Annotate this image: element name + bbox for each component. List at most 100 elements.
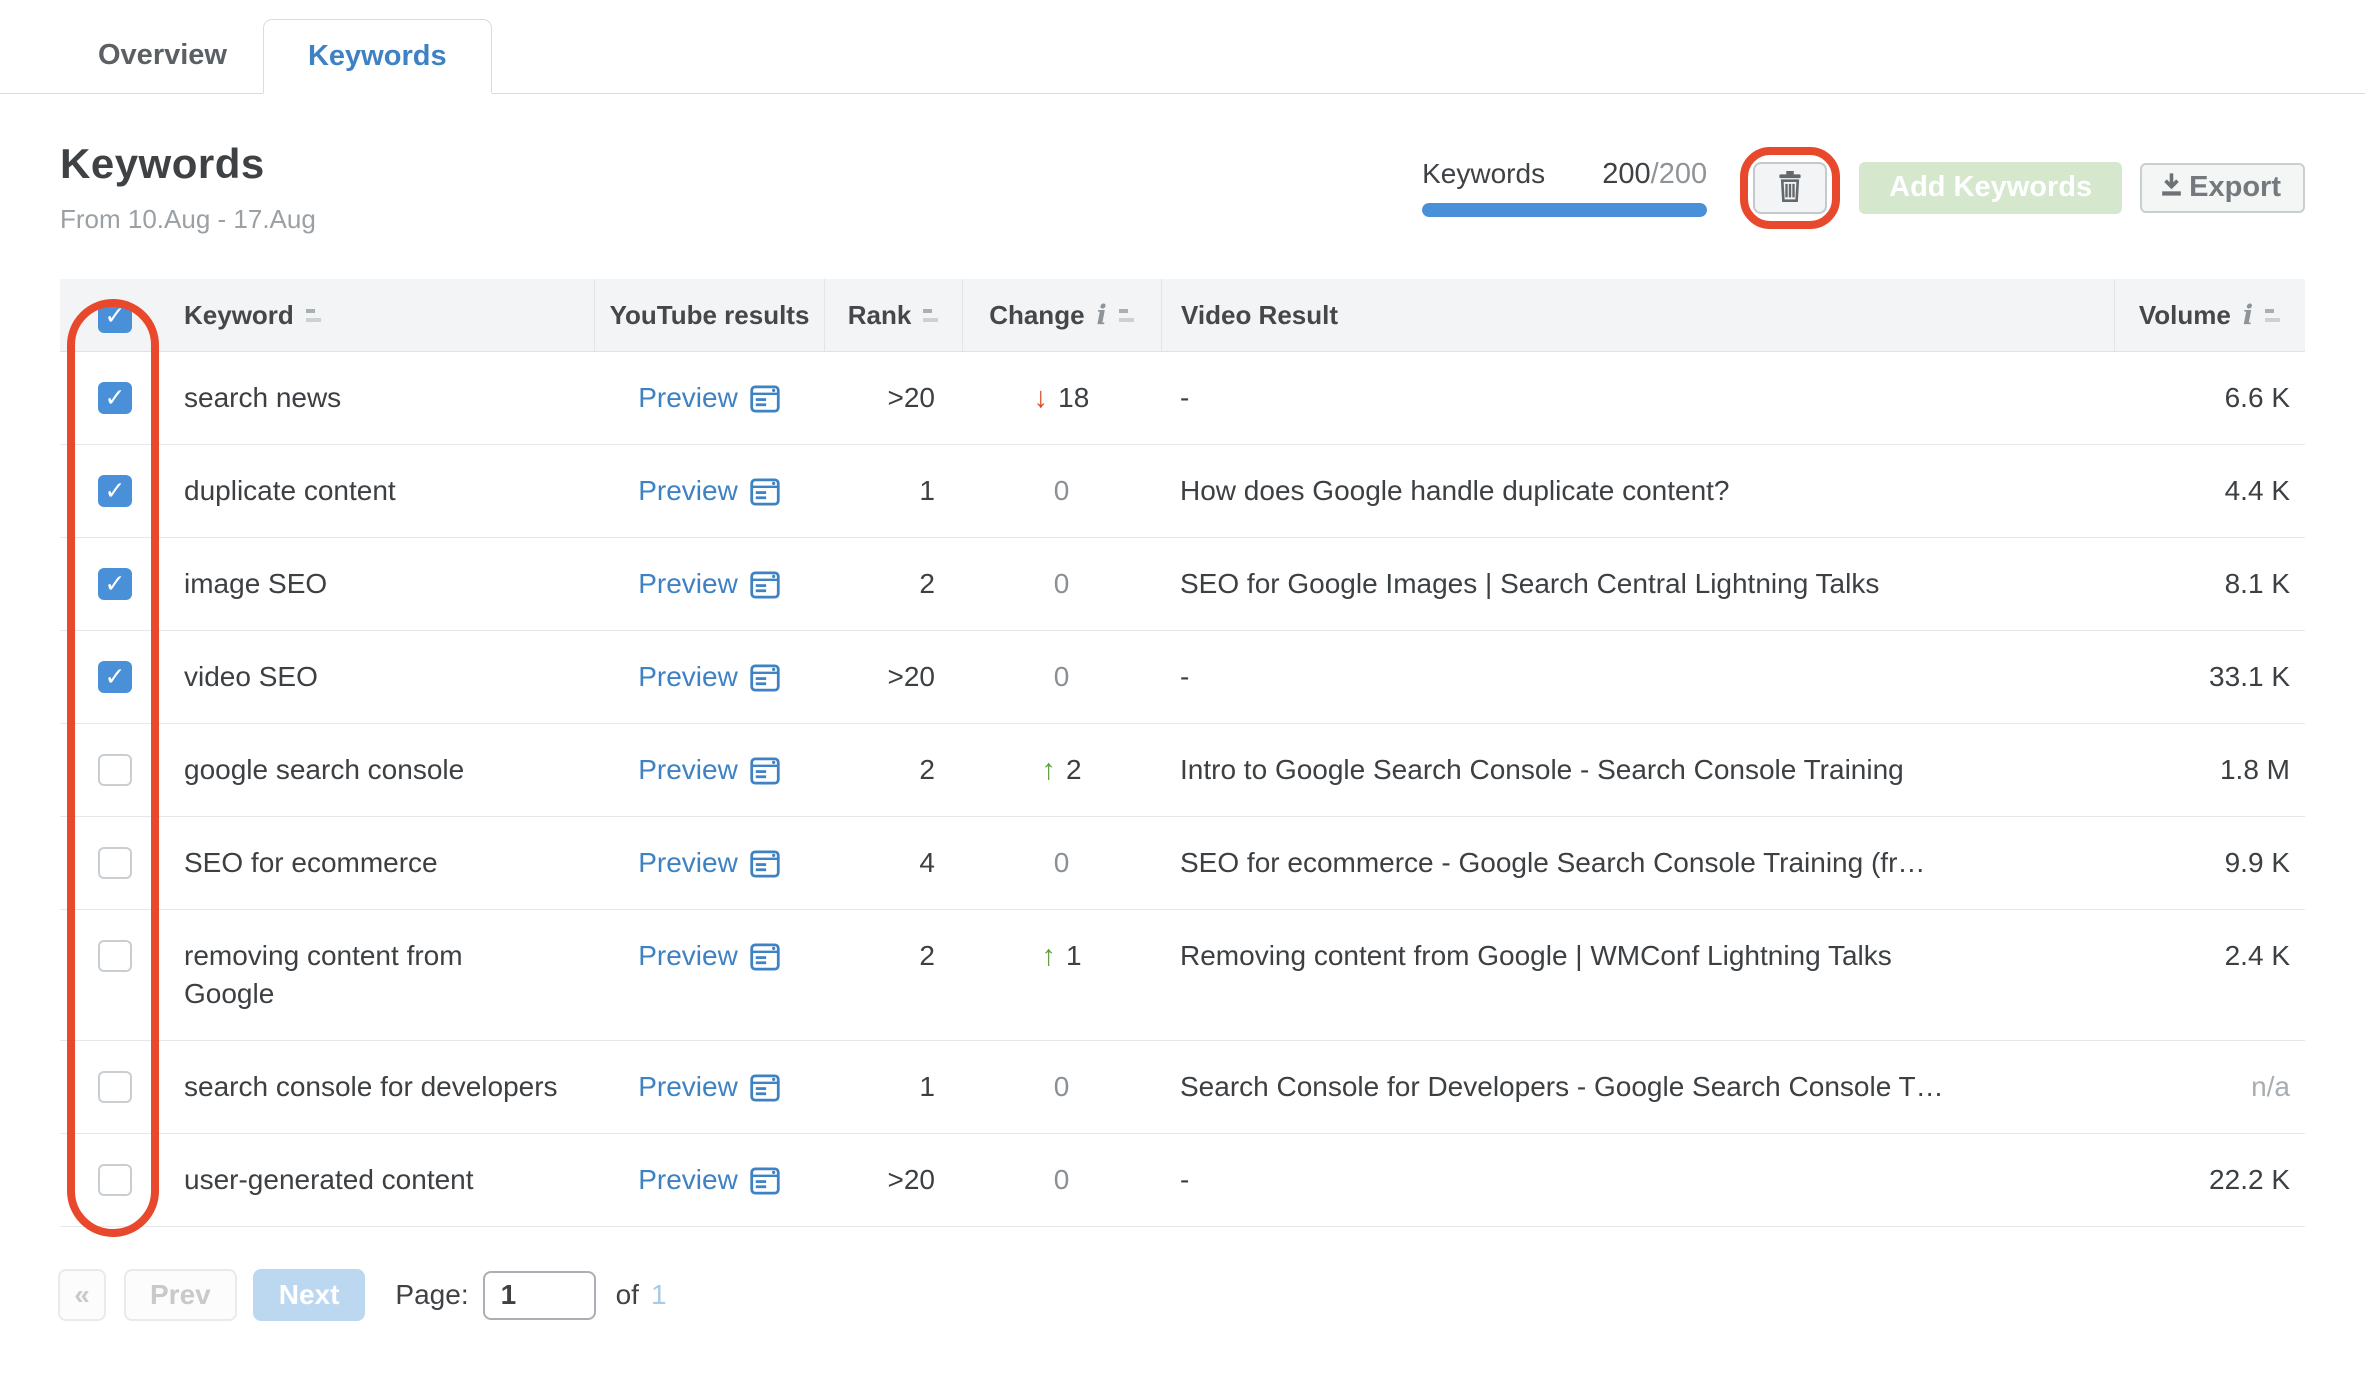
column-header-video-result: Video Result [1181,299,1339,330]
preview-window-icon [750,1074,780,1102]
keyword-cell: removing content from Google [184,940,463,1009]
volume-cell: 33.1 K [2209,661,2290,692]
change-cell: 0 [1053,475,1070,506]
video-result-cell: - [1180,1164,1190,1195]
keyword-cell: user-generated content [184,1164,474,1195]
volume-cell: 22.2 K [2209,1164,2290,1195]
page-label: Page: [395,1279,469,1310]
sort-icon[interactable] [1118,308,1135,322]
change-cell: 1 [962,910,1161,1040]
progress-fill [1422,203,1708,217]
change-arrow-icon [1041,937,1056,975]
select-all-checkbox[interactable] [98,300,132,333]
preview-link[interactable]: Preview [638,379,780,417]
video-result-cell: How does Google handle duplicate content… [1180,475,1730,506]
preview-window-icon [750,1167,780,1195]
keywords-counter: Keywords 200/200 [1422,158,1708,217]
column-header-keyword: Keyword [184,299,294,330]
preview-window-icon [750,571,780,599]
row-checkbox[interactable] [98,568,132,600]
column-header-youtube-results: YouTube results [609,299,810,330]
delete-keywords-button[interactable] [1753,161,1828,214]
header-row: Keywords From 10.Aug - 17.Aug Keywords 2… [0,140,2365,235]
table-row: google search console Preview 2 2 Intro … [60,724,2305,817]
table-row: search console for developers Preview 1 … [60,1041,2305,1134]
change-cell: 0 [1053,847,1070,878]
row-checkbox[interactable] [98,1071,132,1103]
preview-window-icon [750,850,780,878]
export-button[interactable]: Export [2140,162,2305,213]
keyword-cell: search news [184,382,342,413]
sort-icon[interactable] [923,308,939,322]
first-page-button[interactable]: « [58,1269,106,1321]
volume-cell: 9.9 K [2224,847,2290,878]
rank-cell: 2 [919,940,935,971]
preview-link[interactable]: Preview [638,658,780,696]
title-block: Keywords From 10.Aug - 17.Aug [60,140,316,235]
tab-overview[interactable]: Overview [62,18,263,93]
counter-value: 200/200 [1602,158,1708,190]
video-result-cell: SEO for Google Images | Search Central L… [1180,568,1880,599]
preview-window-icon [750,385,780,413]
preview-link[interactable]: Preview [638,844,780,882]
rank-cell: 1 [919,1071,935,1102]
total-pages: 1 [650,1279,667,1310]
preview-link[interactable]: Preview [638,1161,780,1199]
row-checkbox[interactable] [98,382,132,414]
video-result-cell: SEO for ecommerce - Google Search Consol… [1180,847,1926,878]
rank-cell: >20 [887,661,936,692]
counter-label: Keywords [1422,158,1546,189]
toolbar: Keywords 200/200 Add Keywords Export [1422,146,2305,229]
row-checkbox[interactable] [98,661,132,693]
rank-cell: 4 [919,847,935,878]
video-result-cell: - [1180,661,1190,692]
change-cell: 2 [962,724,1161,816]
keyword-cell: video SEO [184,661,318,692]
keyword-cell: SEO for ecommerce [184,847,438,878]
add-keywords-button[interactable]: Add Keywords [1859,161,2123,214]
row-checkbox[interactable] [98,847,132,879]
change-cell: 0 [1053,661,1070,692]
video-result-cell: Removing content from Google | WMConf Li… [1180,940,1892,971]
change-cell: 0 [1053,1164,1070,1195]
sort-icon[interactable] [305,308,322,322]
row-checkbox[interactable] [98,754,132,786]
volume-cell: 4.4 K [2224,475,2290,506]
change-cell: 0 [1053,568,1070,599]
preview-link[interactable]: Preview [638,1068,780,1106]
preview-link[interactable]: Preview [638,751,780,789]
video-result-cell: - [1180,382,1190,413]
preview-window-icon [750,478,780,506]
keyword-cell: search console for developers [184,1071,558,1102]
rank-cell: >20 [887,382,936,413]
row-checkbox[interactable] [98,1164,132,1196]
table-row: SEO for ecommerce Preview 4 0 SEO for ec… [60,817,2305,910]
volume-cell: 1.8 M [2219,754,2290,785]
info-icon [1097,302,1107,329]
row-checkbox[interactable] [98,940,132,972]
column-header-change: Change [989,299,1085,330]
preview-window-icon [750,664,780,692]
volume-cell: n/a [2251,1071,2290,1102]
info-icon [2243,302,2253,329]
column-header-rank: Rank [847,299,912,330]
table-row: search news Preview >20 18 - 6.6 K [60,352,2305,445]
change-cell: 18 [962,352,1161,444]
keyword-cell: google search console [184,754,465,785]
preview-link[interactable]: Preview [638,472,780,510]
prev-page-button[interactable]: Prev [124,1269,237,1321]
keywords-page: Overview Keywords Keywords From 10.Aug -… [0,0,2365,1384]
volume-cell: 6.6 K [2224,382,2290,413]
preview-link[interactable]: Preview [638,937,780,975]
tab-keywords[interactable]: Keywords [262,19,492,94]
keyword-cell: duplicate content [184,475,396,506]
page-number-input[interactable] [482,1270,596,1320]
preview-link[interactable]: Preview [638,565,780,603]
sort-icon[interactable] [2265,308,2281,322]
next-page-button[interactable]: Next [252,1269,366,1321]
table-row: removing content from Google Preview 2 1… [60,910,2305,1041]
row-checkbox[interactable] [98,475,132,507]
preview-window-icon [750,757,780,785]
preview-window-icon [750,943,780,971]
change-arrow-icon [1034,379,1049,417]
